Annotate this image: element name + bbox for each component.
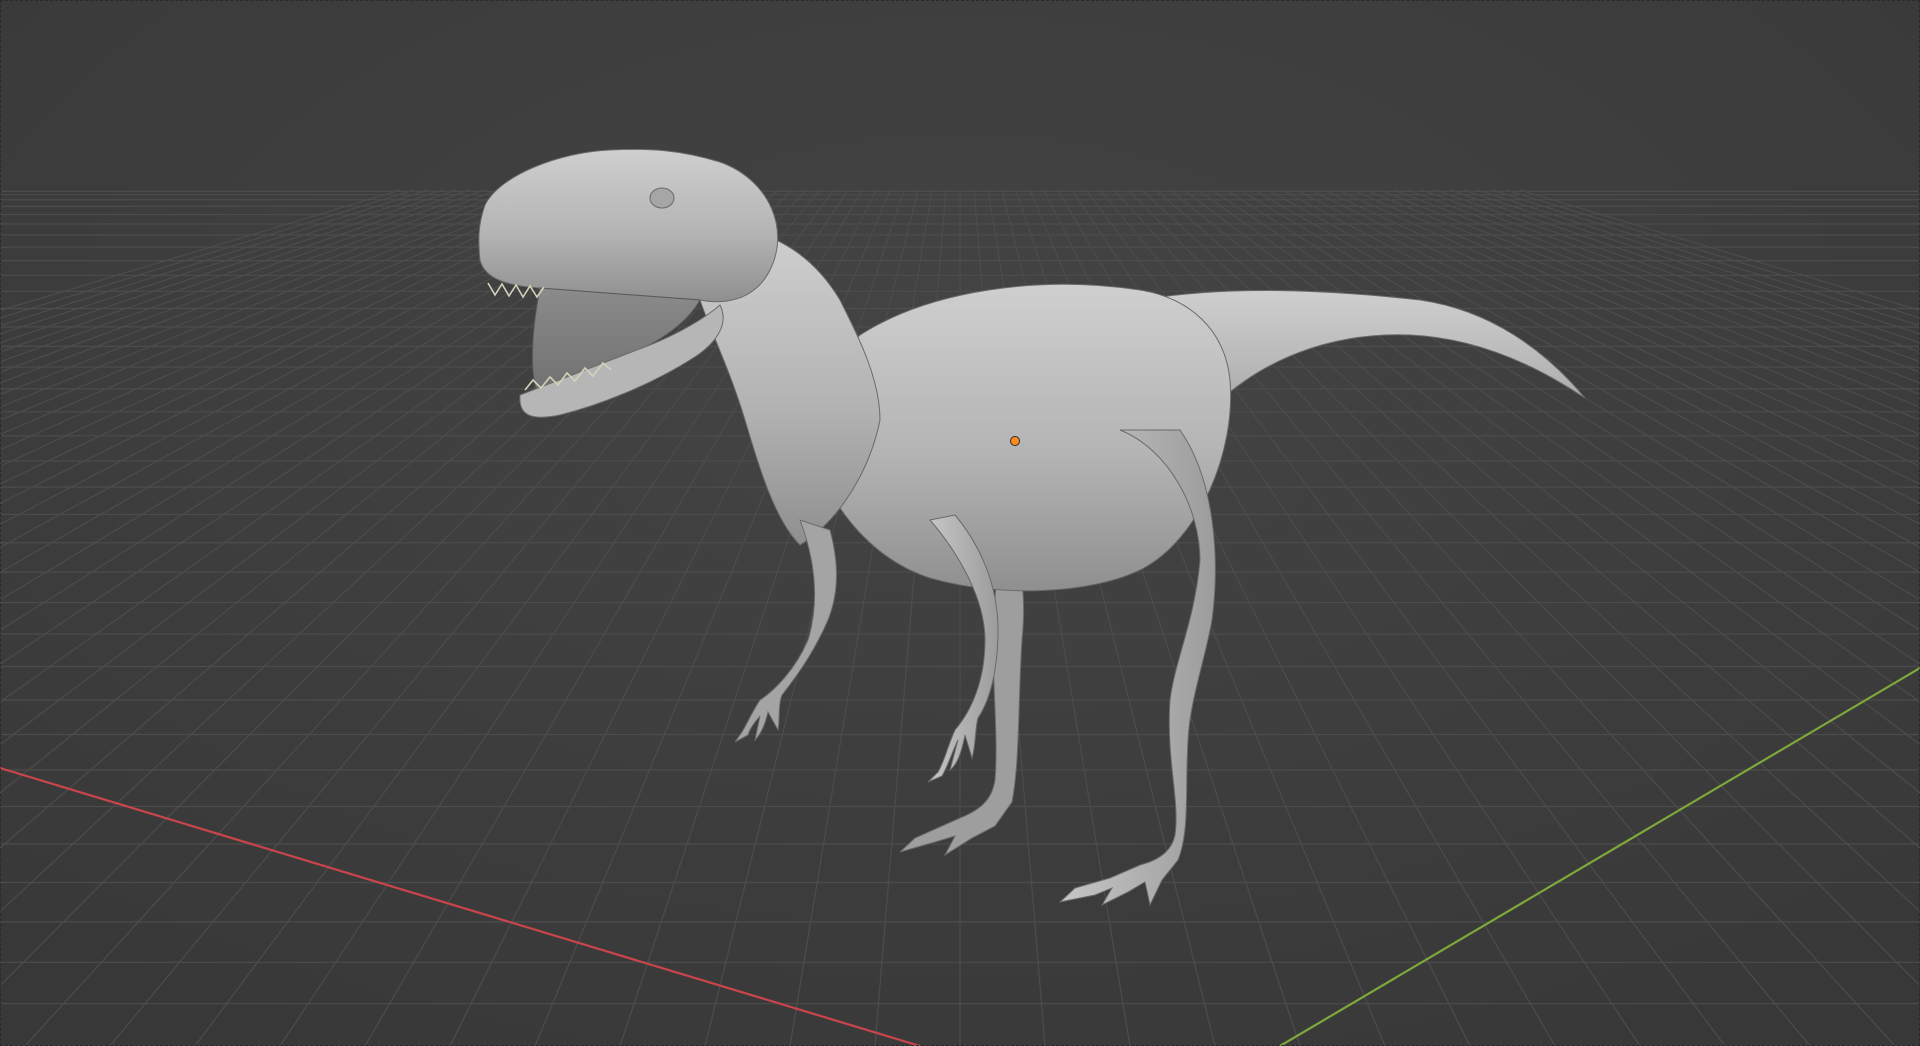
3d-viewport[interactable]: [0, 0, 1920, 1046]
viewport-canvas[interactable]: [0, 0, 1920, 1046]
skull: [478, 148, 779, 303]
eye: [649, 187, 675, 209]
object-origin-marker: [1010, 436, 1020, 446]
